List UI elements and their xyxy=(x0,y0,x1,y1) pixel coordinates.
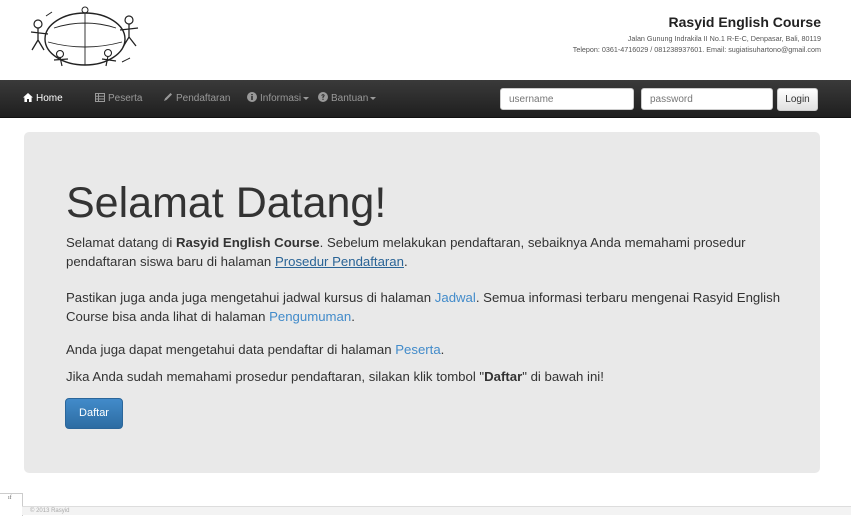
peserta-link[interactable]: Peserta xyxy=(395,342,440,357)
course-name-bold: Rasyid English Course xyxy=(175,235,320,250)
info-icon xyxy=(246,80,257,117)
nav-pendaftaran[interactable]: Pendaftaran xyxy=(162,80,231,117)
jadwal-link[interactable]: Jadwal xyxy=(435,290,476,305)
instruction-paragraph: Jika Anda sudah memahami prosedur pendaf… xyxy=(66,367,806,386)
nav-informasi-label: Informasi xyxy=(260,93,302,104)
nav-home[interactable]: Home xyxy=(22,80,63,117)
brand-address: Jalan Gunung Indrakila II No.1 R-E-C, De… xyxy=(627,34,821,43)
intro-text: Selamat datang di xyxy=(66,235,176,250)
question-icon xyxy=(317,80,328,117)
welcome-jumbotron: Selamat Datang! Selamat datang di Rasyid… xyxy=(24,132,820,473)
daftar-button[interactable]: Daftar xyxy=(65,398,123,429)
home-icon xyxy=(22,80,33,117)
pencil-icon xyxy=(162,80,173,117)
intro-paragraph: Selamat datang di Rasyid English Course.… xyxy=(66,233,806,271)
footer-bar xyxy=(22,507,851,515)
nav-peserta[interactable]: Peserta xyxy=(94,80,142,117)
login-button[interactable]: Login xyxy=(777,88,818,111)
brand-block: Rasyid English Course Jalan Gunung Indra… xyxy=(573,14,821,54)
nav-pendaftaran-label: Pendaftaran xyxy=(176,93,231,104)
participants-text: Anda juga dapat mengetahui data pendafta… xyxy=(66,342,396,357)
nav-bantuan[interactable]: Bantuan xyxy=(317,80,377,117)
schedule-text-end: . xyxy=(351,309,355,324)
password-input[interactable] xyxy=(641,88,773,110)
participants-paragraph: Anda juga dapat mengetahui data pendafta… xyxy=(66,340,806,359)
intro-text-end: . xyxy=(403,254,408,269)
table-icon xyxy=(94,80,105,117)
brand-name: Rasyid English Course xyxy=(668,14,821,30)
username-input[interactable] xyxy=(500,88,634,110)
schedule-paragraph: Pastikan juga anda juga mengetahui jadwa… xyxy=(66,288,806,326)
instruction-text-end: " di bawah ini! xyxy=(522,369,604,384)
chevron-down-icon xyxy=(303,96,310,100)
corner-glyph: ıf xyxy=(8,495,12,501)
pengumuman-link[interactable]: Pengumuman xyxy=(269,309,351,324)
logo-image xyxy=(30,6,139,67)
nav-peserta-label: Peserta xyxy=(108,93,143,104)
nav-informasi[interactable]: Informasi xyxy=(246,80,310,117)
brand-contact: Telepon: 0361-4716029 / 081238937601. Em… xyxy=(572,45,821,54)
site-header: Rasyid English Course Jalan Gunung Indra… xyxy=(0,0,851,80)
instruction-text: Jika Anda sudah memahami prosedur pendaf… xyxy=(66,369,485,384)
footer: ıf © 2013 Rasyid xyxy=(0,483,851,516)
footer-text: © 2013 Rasyid xyxy=(30,508,70,514)
chevron-down-icon xyxy=(370,96,377,100)
page-title: Selamat Datang! xyxy=(66,179,387,227)
daftar-bold: Daftar xyxy=(484,369,523,384)
participants-text-end: . xyxy=(440,342,445,357)
nav-home-label: Home xyxy=(36,93,63,104)
nav-bantuan-label: Bantuan xyxy=(331,93,369,104)
schedule-text: Pastikan juga anda juga mengetahui jadwa… xyxy=(66,290,435,305)
prosedur-link[interactable]: Prosedur Pendaftaran xyxy=(275,254,404,269)
